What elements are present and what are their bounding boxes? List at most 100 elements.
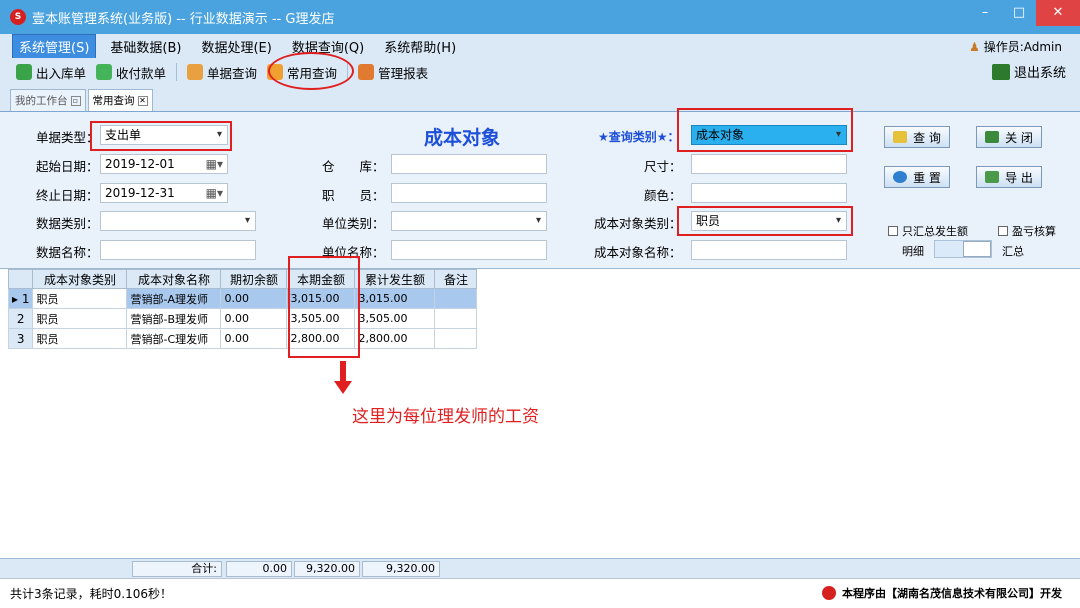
exit-icon <box>991 63 1010 80</box>
only-sum-checkbox[interactable]: 只汇总发生额 <box>888 223 968 239</box>
cell-note[interactable] <box>434 308 478 329</box>
document-icon <box>16 64 32 80</box>
toolbar-separator <box>176 63 178 81</box>
warehouse-label: 仓 库： <box>322 159 385 174</box>
size-input[interactable] <box>691 154 847 174</box>
results-grid: 成本对象类别 成本对象名称 期初余额 本期金额 累计发生额 备注 ▸ 1 职员 … <box>0 268 1080 558</box>
column-header[interactable]: 成本对象类别 <box>32 269 128 289</box>
exit-system-button[interactable]: 退出系统 <box>991 62 1066 81</box>
annotation-arrow-icon <box>334 361 352 394</box>
toggle-knob[interactable] <box>963 241 991 257</box>
calendar-icon[interactable]: ▦▾ <box>206 184 223 202</box>
detail-label: 明细 <box>902 245 924 258</box>
cell-note[interactable] <box>434 288 478 309</box>
unit-name-input[interactable] <box>391 240 547 260</box>
staff-input[interactable] <box>391 183 547 203</box>
row-number: 2 <box>7 308 34 329</box>
menu-help[interactable]: 系统帮助(H) <box>378 35 462 58</box>
cell-opening[interactable]: 0.00 <box>220 308 288 329</box>
color-label: 颜色： <box>644 188 682 203</box>
cell-cumulative[interactable]: 2,800.00 <box>354 328 436 349</box>
cell-name[interactable]: 营销部-A理发师 <box>126 288 222 309</box>
cost-object-name-label: 成本对象名称： <box>594 245 682 260</box>
checkbox-box[interactable] <box>998 226 1008 236</box>
unit-type-select[interactable] <box>391 211 547 231</box>
total-opening: 0.00 <box>226 561 292 577</box>
highlight-box <box>288 256 360 358</box>
calendar-icon[interactable]: ▦▾ <box>206 155 223 173</box>
minimize-button[interactable]: – <box>968 0 1002 26</box>
query-button[interactable]: 查 询 <box>884 126 950 148</box>
money-icon <box>96 64 113 80</box>
cell-note[interactable] <box>434 328 478 349</box>
color-input[interactable] <box>691 183 847 203</box>
highlight-oval <box>268 52 354 90</box>
cell-type[interactable]: 职员 <box>32 288 128 309</box>
report-icon <box>358 64 375 80</box>
cell-cumulative[interactable]: 3,505.00 <box>354 308 436 329</box>
reset-button[interactable]: 重 置 <box>884 166 950 188</box>
cell-name[interactable]: 营销部-B理发师 <box>126 308 222 329</box>
toolbar-inout-button[interactable]: 出入库单 <box>16 63 86 82</box>
operator-label: ♟ 操作员:Admin <box>969 40 1062 54</box>
row-number: 3 <box>7 328 34 349</box>
menu-data-processing[interactable]: 数据处理(E) <box>195 35 277 58</box>
column-header[interactable]: 备注 <box>434 269 478 289</box>
file-search-icon <box>187 64 204 80</box>
export-button[interactable]: 导 出 <box>976 166 1042 188</box>
data-name-input[interactable] <box>100 240 256 260</box>
query-type-label: ★查询类别★： <box>598 130 680 144</box>
table-row[interactable]: 2 职员 营销部-B理发师 0.00 3,505.00 3,505.00 <box>7 308 478 329</box>
pnl-checkbox[interactable]: 盈亏核算 <box>998 223 1056 239</box>
table-row[interactable]: 3 职员 营销部-C理发师 0.00 2,800.00 2,800.00 <box>7 328 478 349</box>
close-window-button[interactable]: ✕ <box>1036 0 1080 26</box>
row-number-header <box>7 269 34 289</box>
cell-cumulative[interactable]: 3,015.00 <box>354 288 436 309</box>
toolbar-payment-button[interactable]: 收付款单 <box>96 63 166 82</box>
menu-basic-data[interactable]: 基础数据(B) <box>104 35 187 58</box>
totals-row: 合计: 0.00 9,320.00 9,320.00 <box>0 558 1080 578</box>
title-bar: S 壹本账管理系统(业务版) -- 行业数据演示 -- G理发店 – □ ✕ <box>0 0 1080 34</box>
close-button[interactable]: 关 闭 <box>976 126 1042 148</box>
column-header[interactable]: 期初余额 <box>220 269 288 289</box>
cost-object-name-input[interactable] <box>691 240 847 260</box>
start-date-field[interactable]: 2019-12-01 ▦▾ <box>100 154 228 174</box>
cell-type[interactable]: 职员 <box>32 308 128 329</box>
developer-credit: 本程序由【湖南名茂信息技术有限公司】开发 <box>822 585 1062 601</box>
highlight-box <box>677 206 853 236</box>
cost-object-type-label: 成本对象类别： <box>594 216 682 231</box>
pencil-icon <box>893 131 908 143</box>
cell-opening[interactable]: 0.00 <box>220 288 288 309</box>
toolbar-report-button[interactable]: 管理报表 <box>358 63 428 82</box>
cell-type[interactable]: 职员 <box>32 328 128 349</box>
table-row[interactable]: ▸ 1 职员 营销部-A理发师 0.00 3,015.00 3,015.00 <box>7 288 478 309</box>
menu-system[interactable]: 系统管理(S) <box>12 33 97 59</box>
cell-name[interactable]: 营销部-C理发师 <box>126 328 222 349</box>
refresh-icon <box>893 171 908 183</box>
tab-workbench[interactable]: 我的工作台 ▫ <box>10 89 86 111</box>
total-current: 9,320.00 <box>294 561 360 577</box>
results-table: 成本对象类别 成本对象名称 期初余额 本期金额 累计发生额 备注 ▸ 1 职员 … <box>7 269 478 349</box>
column-header[interactable]: 成本对象名称 <box>126 269 222 289</box>
toolbar-bill-query-button[interactable]: 单据查询 <box>187 63 257 82</box>
total-label: 合计: <box>132 561 222 577</box>
summary-label: 汇总 <box>1002 245 1024 258</box>
checkbox-box[interactable] <box>888 226 898 236</box>
page-title: 成本对象 <box>424 127 501 149</box>
column-header[interactable]: 累计发生额 <box>354 269 436 289</box>
unit-type-label: 单位类别： <box>322 216 385 231</box>
warehouse-input[interactable] <box>391 154 547 174</box>
detail-summary-toggle[interactable] <box>934 240 992 258</box>
tab-close-icon[interactable]: ✕ <box>137 95 148 106</box>
staff-label: 职 员： <box>322 188 385 203</box>
toolbar: 出入库单 收付款单 单据查询 常用查询 管理报表 退出系统 <box>0 58 1080 86</box>
data-type-select[interactable] <box>100 211 256 231</box>
company-logo-icon <box>822 586 836 600</box>
tab-common-query[interactable]: 常用查询 ✕ <box>87 89 153 111</box>
end-date-field[interactable]: 2019-12-31 ▦▾ <box>100 183 228 203</box>
maximize-button[interactable]: □ <box>1002 0 1036 26</box>
export-icon <box>985 171 1000 183</box>
tab-close-icon[interactable]: ▫ <box>70 95 81 106</box>
cell-opening[interactable]: 0.00 <box>220 328 288 349</box>
end-date-label: 终止日期： <box>36 188 99 203</box>
